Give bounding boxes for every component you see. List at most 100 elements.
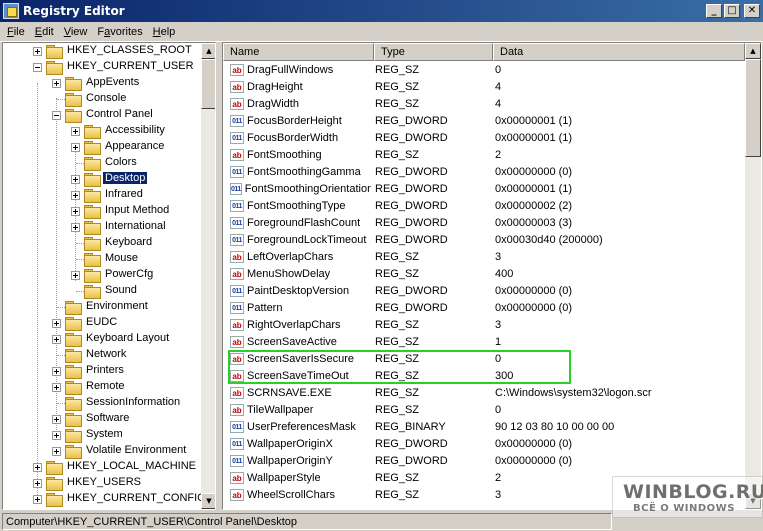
list-row[interactable]: ab FontSmoothing REG_SZ 2: [223, 146, 745, 163]
column-header-data[interactable]: Data: [493, 43, 745, 61]
expand-icon[interactable]: [33, 495, 42, 504]
column-header-type[interactable]: Type: [374, 43, 493, 61]
expand-icon[interactable]: [71, 207, 80, 216]
collapse-icon[interactable]: [33, 63, 42, 72]
column-header-name[interactable]: Name: [223, 43, 374, 61]
list-row[interactable]: 011 Pattern REG_DWORD 0x00000000 (0): [223, 299, 745, 316]
list-row[interactable]: ab DragFullWindows REG_SZ 0: [223, 61, 745, 78]
list-row[interactable]: ab SCRNSAVE.EXE REG_SZ C:\Windows\system32\…: [223, 384, 745, 401]
close-button[interactable]: ✕: [744, 4, 760, 18]
expand-icon[interactable]: [52, 335, 61, 344]
expand-icon[interactable]: [52, 79, 61, 88]
tree-item[interactable]: Sound: [3, 283, 201, 299]
menu-item-help[interactable]: Help: [148, 26, 181, 38]
expand-icon[interactable]: [71, 271, 80, 280]
tree-scroll-down-button[interactable]: ▼: [201, 493, 215, 509]
minimize-button[interactable]: _: [706, 4, 722, 18]
tree-item[interactable]: Remote: [3, 379, 201, 395]
tree-vertical-scrollbar[interactable]: ▲ ▼: [201, 43, 215, 509]
tree-item[interactable]: International: [3, 219, 201, 235]
tree-item[interactable]: Accessibility: [3, 123, 201, 139]
menu-item-view[interactable]: View: [59, 26, 93, 38]
key-tree[interactable]: HKEY_CLASSES_ROOT HKEY_CURRENT_USER AppEve…: [3, 43, 201, 509]
list-row[interactable]: 011 UserPreferencesMask REG_BINARY 90 12 03…: [223, 418, 745, 435]
tree-item[interactable]: Infrared: [3, 187, 201, 203]
expand-icon[interactable]: [52, 447, 61, 456]
maximize-button[interactable]: □: [724, 4, 740, 18]
list-vertical-scrollbar[interactable]: ▲ ▼: [745, 43, 761, 509]
list-row[interactable]: 011 PaintDesktopVersion REG_DWORD 0x0000000…: [223, 282, 745, 299]
expand-icon[interactable]: [33, 47, 42, 56]
list-row[interactable]: ab ScreenSaveActive REG_SZ 1: [223, 333, 745, 350]
menu-item-edit[interactable]: Edit: [30, 26, 59, 38]
tree-item[interactable]: Software: [3, 411, 201, 427]
menu-item-file[interactable]: File: [2, 26, 30, 38]
tree-item[interactable]: Network: [3, 347, 201, 363]
tree-item[interactable]: Colors: [3, 155, 201, 171]
list-row[interactable]: ab RightOverlapChars REG_SZ 3: [223, 316, 745, 333]
tree-item[interactable]: PowerCfg: [3, 267, 201, 283]
expand-icon[interactable]: [71, 191, 80, 200]
list-row[interactable]: 011 FocusBorderWidth REG_DWORD 0x00000001 (…: [223, 129, 745, 146]
list-row[interactable]: ab MenuShowDelay REG_SZ 400: [223, 265, 745, 282]
expand-icon[interactable]: [71, 223, 80, 232]
tree-item[interactable]: HKEY_CURRENT_CONFIG: [3, 491, 201, 507]
tree-item[interactable]: Mouse: [3, 251, 201, 267]
tree-item[interactable]: Environment: [3, 299, 201, 315]
list-row[interactable]: ab LeftOverlapChars REG_SZ 3: [223, 248, 745, 265]
expand-icon[interactable]: [52, 415, 61, 424]
tree-item[interactable]: Control Panel: [3, 107, 201, 123]
tree-item[interactable]: Input Method: [3, 203, 201, 219]
expand-icon[interactable]: [71, 143, 80, 152]
key-tree-pane[interactable]: HKEY_CLASSES_ROOT HKEY_CURRENT_USER AppEve…: [2, 42, 216, 510]
title-bar[interactable]: Registry Editor _ □ ✕: [0, 0, 763, 22]
value-data: 0: [495, 403, 502, 416]
list-row[interactable]: 011 FontSmoothingType REG_DWORD 0x00000002 …: [223, 197, 745, 214]
tree-item[interactable]: Volatile Environment: [3, 443, 201, 459]
tree-scroll-thumb[interactable]: [201, 59, 215, 109]
tree-item[interactable]: HKEY_LOCAL_MACHINE: [3, 459, 201, 475]
tree-item[interactable]: Appearance: [3, 139, 201, 155]
tree-item[interactable]: System: [3, 427, 201, 443]
list-row[interactable]: 011 WallpaperOriginY REG_DWORD 0x00000000 (…: [223, 452, 745, 469]
list-scroll-thumb[interactable]: [745, 59, 761, 157]
expand-icon[interactable]: [71, 127, 80, 136]
tree-item[interactable]: HKEY_CURRENT_USER: [3, 59, 201, 75]
list-row[interactable]: ab DragWidth REG_SZ 4: [223, 95, 745, 112]
list-row[interactable]: ab ScreenSaverIsSecure REG_SZ 0: [223, 350, 745, 367]
collapse-icon[interactable]: [52, 111, 61, 120]
tree-item[interactable]: SessionInformation: [3, 395, 201, 411]
list-row[interactable]: 011 WallpaperOriginX REG_DWORD 0x00000000 (…: [223, 435, 745, 452]
tree-item[interactable]: Printers: [3, 363, 201, 379]
list-row[interactable]: 011 FontSmoothingOrientation REG_DWORD 0x00…: [223, 180, 745, 197]
tree-item[interactable]: Keyboard: [3, 235, 201, 251]
tree-item[interactable]: EUDC: [3, 315, 201, 331]
tree-item[interactable]: AppEvents: [3, 75, 201, 91]
list-row[interactable]: 011 FontSmoothingGamma REG_DWORD 0x00000000…: [223, 163, 745, 180]
tree-item[interactable]: HKEY_USERS: [3, 475, 201, 491]
expand-icon[interactable]: [52, 431, 61, 440]
values-list-pane[interactable]: Name Type Data ab DragFullWindows REG_SZ 0 a…: [222, 42, 762, 510]
expand-icon[interactable]: [52, 367, 61, 376]
menu-item-favorites[interactable]: Favorites: [92, 26, 147, 38]
tree-item[interactable]: Console: [3, 91, 201, 107]
expand-icon[interactable]: [33, 463, 42, 472]
list-row[interactable]: 011 ForegroundLockTimeout REG_DWORD 0x00030…: [223, 231, 745, 248]
value-type: REG_DWORD: [375, 301, 448, 314]
tree-item[interactable]: HKEY_CLASSES_ROOT: [3, 43, 201, 59]
list-row[interactable]: ab DragHeight REG_SZ 4: [223, 78, 745, 95]
list-row[interactable]: 011 ForegroundFlashCount REG_DWORD 0x000000…: [223, 214, 745, 231]
tree-scroll-up-button[interactable]: ▲: [201, 43, 215, 59]
list-row[interactable]: ab TileWallpaper REG_SZ 0: [223, 401, 745, 418]
list-row[interactable]: ab ScreenSaveTimeOut REG_SZ 300: [223, 367, 745, 384]
expand-icon[interactable]: [33, 479, 42, 488]
expand-icon[interactable]: [52, 319, 61, 328]
tree-item[interactable]: Desktop: [3, 171, 201, 187]
list-scroll-up-button[interactable]: ▲: [745, 43, 761, 59]
list-row[interactable]: 011 FocusBorderHeight REG_DWORD 0x00000001 …: [223, 112, 745, 129]
expand-icon[interactable]: [71, 175, 80, 184]
expand-icon[interactable]: [52, 383, 61, 392]
value-data: 300: [495, 369, 514, 382]
values-list[interactable]: ab DragFullWindows REG_SZ 0 ab DragHeight REG_…: [223, 61, 745, 509]
tree-item[interactable]: Keyboard Layout: [3, 331, 201, 347]
